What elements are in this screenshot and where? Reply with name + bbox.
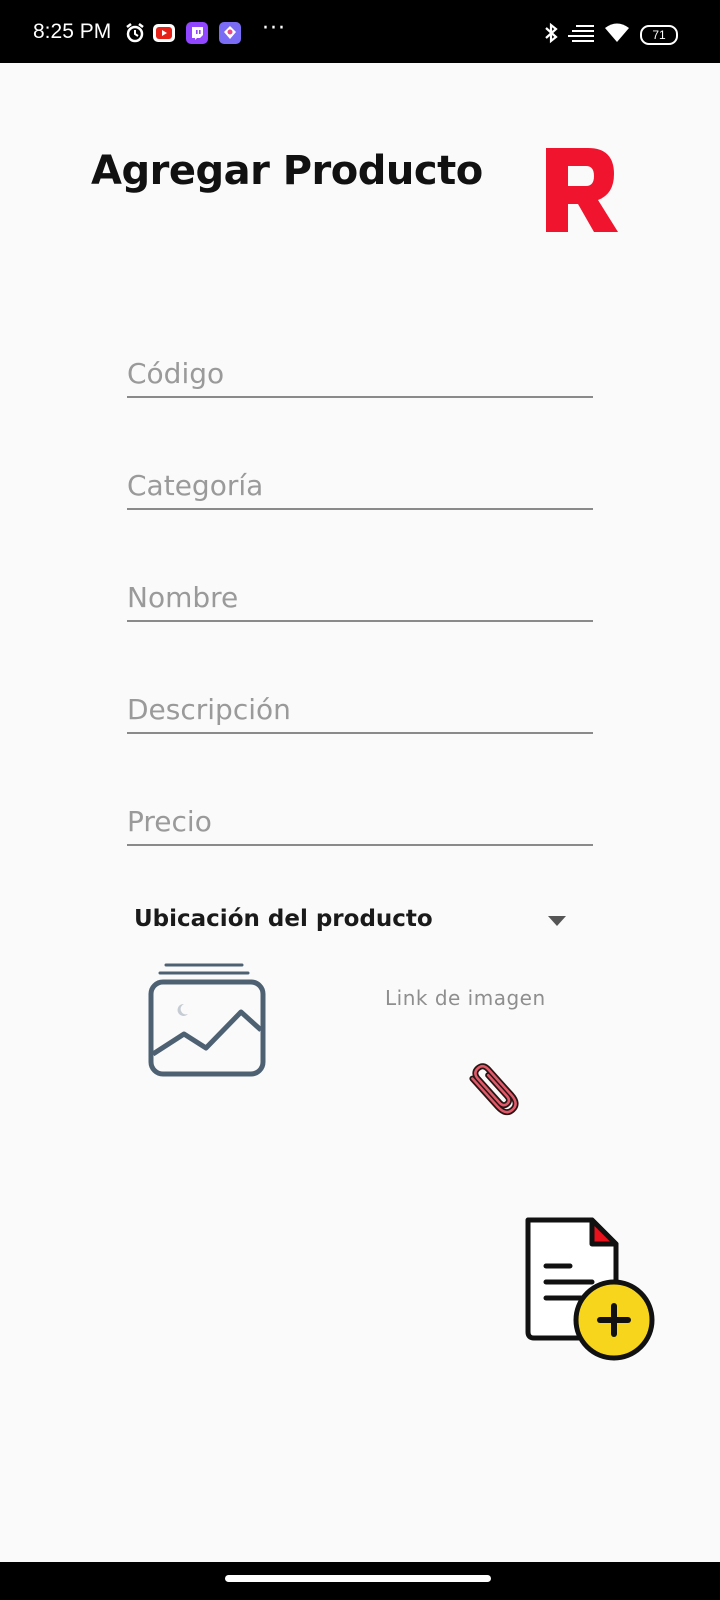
alarm-icon (126, 23, 144, 43)
more-notifications-indicator: ··· (262, 16, 286, 41)
precio-input[interactable] (127, 798, 593, 844)
ubicacion-dropdown[interactable]: Ubicación del producto (134, 900, 574, 942)
youtube-icon (153, 24, 175, 42)
app-icon (219, 22, 241, 44)
page-title: Agregar Producto (91, 148, 483, 194)
brand-logo (546, 148, 618, 232)
descripcion-input[interactable] (127, 686, 593, 732)
dropdown-arrow-icon (548, 916, 566, 926)
add-document-button[interactable] (522, 1214, 662, 1366)
screen: 8:25 PM ··· 71 Agregar Producto Código C… (0, 0, 720, 1600)
wifi-icon (605, 23, 629, 42)
precio-field[interactable] (127, 792, 593, 846)
battery-icon: 71 (640, 25, 678, 45)
vibrate-icon (568, 25, 594, 42)
home-indicator[interactable] (225, 1575, 491, 1582)
codigo-input[interactable] (127, 350, 593, 396)
twitch-icon (186, 22, 208, 44)
bluetooth-icon (545, 22, 558, 44)
status-bar: 8:25 PM ··· 71 (0, 0, 720, 63)
nombre-input[interactable] (127, 574, 593, 620)
paperclip-icon[interactable] (462, 1058, 524, 1124)
nombre-field[interactable] (127, 568, 593, 622)
ubicacion-selected: Ubicación del producto (134, 906, 433, 932)
image-icon[interactable] (148, 962, 268, 1078)
descripcion-field[interactable] (127, 680, 593, 734)
navigation-bar (0, 1562, 720, 1600)
categoria-input[interactable] (127, 462, 593, 508)
status-time: 8:25 PM (33, 20, 112, 43)
battery-level: 71 (652, 28, 666, 42)
categoria-field[interactable] (127, 456, 593, 510)
codigo-field[interactable] (127, 344, 593, 398)
link-de-imagen-label: Link de imagen (385, 986, 546, 1010)
